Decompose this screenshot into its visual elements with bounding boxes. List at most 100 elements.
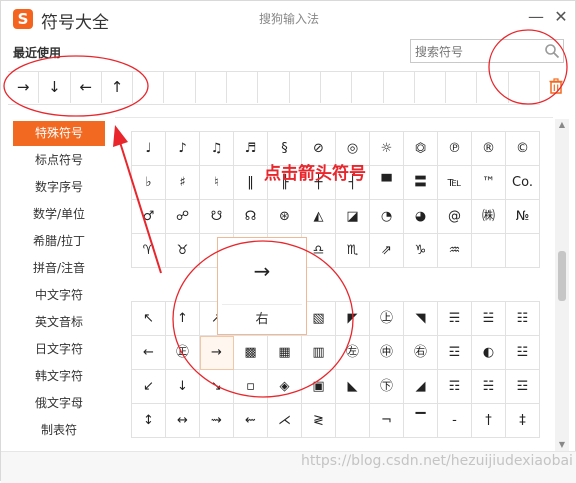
symbol-cell[interactable]: ▣	[302, 370, 336, 404]
symbol-cell[interactable]: ↕	[132, 404, 166, 438]
symbol-cell[interactable]: ◕	[404, 200, 438, 234]
symbol-cell[interactable]: ☍	[166, 200, 200, 234]
symbol-cell[interactable]: ™	[472, 166, 506, 200]
symbol-cell[interactable]: ◈	[268, 370, 302, 404]
symbol-cell[interactable]: ☼	[370, 132, 404, 166]
recent-symbol-cell[interactable]	[446, 72, 478, 103]
recent-symbol-cell[interactable]	[258, 72, 290, 103]
symbol-cell[interactable]: ☴	[438, 302, 472, 336]
symbol-cell[interactable]: ♂	[132, 200, 166, 234]
recent-symbol-cell[interactable]	[509, 72, 541, 103]
scroll-thumb[interactable]	[558, 251, 566, 301]
symbol-cell[interactable]: ≷	[302, 404, 336, 438]
symbol-cell[interactable]: ㈱	[472, 200, 506, 234]
symbol-cell[interactable]: ▫	[234, 370, 268, 404]
symbol-cell[interactable]: ‖	[234, 166, 268, 200]
symbol-cell[interactable]: ▀	[370, 166, 404, 200]
symbol-cell[interactable]: ♫	[200, 132, 234, 166]
symbol-cell[interactable]	[472, 234, 506, 268]
sidebar-category-item[interactable]: 英文音标	[13, 310, 105, 335]
search-input[interactable]	[413, 42, 543, 62]
symbol-cell[interactable]: ㊧	[336, 336, 370, 370]
symbol-cell[interactable]: →	[200, 336, 234, 370]
symbol-cell[interactable]	[506, 234, 540, 268]
sidebar-category-item[interactable]: 标点符号	[13, 148, 105, 173]
symbol-cell[interactable]: ☷	[506, 302, 540, 336]
symbol-cell[interactable]: ◤	[336, 302, 370, 336]
sidebar-category-item[interactable]: 俄文字母	[13, 391, 105, 416]
symbol-cell[interactable]: 〓	[404, 166, 438, 200]
sidebar-category-item[interactable]: 制表符	[13, 418, 105, 443]
recent-symbol-cell[interactable]	[227, 72, 259, 103]
symbol-cell[interactable]: ♩	[132, 132, 166, 166]
symbol-cell[interactable]: ¬	[370, 404, 404, 438]
symbol-cell[interactable]: ℡	[438, 166, 472, 200]
sidebar-category-item[interactable]: 韩文字符	[13, 364, 105, 389]
symbol-cell[interactable]: ⋌	[268, 404, 302, 438]
symbol-cell[interactable]: ㊥	[370, 336, 404, 370]
symbol-cell[interactable]: ♮	[200, 166, 234, 200]
sidebar-category-item[interactable]: 拼音/注音	[13, 256, 105, 281]
symbol-cell[interactable]: ㊤	[370, 302, 404, 336]
minimize-button[interactable]: —	[526, 7, 546, 27]
symbol-cell[interactable]: ♭	[132, 166, 166, 200]
vertical-scrollbar[interactable]: ▲ ▼	[555, 119, 569, 451]
sidebar-category-item[interactable]: 希腊/拉丁	[13, 229, 105, 254]
symbol-cell[interactable]: ♉	[166, 234, 200, 268]
symbol-cell[interactable]: ㊦	[370, 370, 404, 404]
symbol-cell[interactable]: ◢	[404, 370, 438, 404]
sidebar-category-item[interactable]: 特殊符号	[13, 121, 105, 146]
symbol-cell[interactable]: ◭	[302, 200, 336, 234]
symbol-cell[interactable]: ☶	[438, 370, 472, 404]
sidebar-category-item[interactable]: 中文字符	[13, 283, 105, 308]
sidebar-category-item[interactable]: 数字序号	[13, 175, 105, 200]
recent-symbol-cell[interactable]: ←	[71, 72, 102, 103]
symbol-cell[interactable]: ↙	[132, 370, 166, 404]
symbol-cell[interactable]: ↖	[132, 302, 166, 336]
symbol-cell[interactable]: ♒	[438, 234, 472, 268]
symbol-cell[interactable]: ♑	[404, 234, 438, 268]
scroll-up-icon[interactable]: ▲	[555, 119, 569, 131]
symbol-cell[interactable]: ☊	[234, 200, 268, 234]
symbol-cell[interactable]: ▔	[404, 404, 438, 438]
symbol-cell[interactable]: ◥	[404, 302, 438, 336]
symbol-cell[interactable]: ☱	[472, 302, 506, 336]
symbol-cell[interactable]: ℗	[438, 132, 472, 166]
symbol-cell[interactable]: ♬	[234, 132, 268, 166]
sidebar-category-item[interactable]: 日文字符	[13, 337, 105, 362]
symbol-cell[interactable]: ◪	[336, 200, 370, 234]
recent-symbol-cell[interactable]: →	[8, 72, 40, 103]
symbol-cell[interactable]: ♯	[166, 166, 200, 200]
search-icon[interactable]	[544, 43, 560, 59]
recent-symbol-cell[interactable]	[321, 72, 353, 103]
symbol-cell[interactable]: ©	[506, 132, 540, 166]
symbol-cell[interactable]: ⊛	[268, 200, 302, 234]
symbol-cell[interactable]: ⏣	[404, 132, 438, 166]
symbol-cell[interactable]: ◐	[472, 336, 506, 370]
symbol-cell[interactable]: ♈	[132, 234, 166, 268]
symbol-cell[interactable]: ☋	[200, 200, 234, 234]
symbol-cell[interactable]: ®	[472, 132, 506, 166]
symbol-cell[interactable]: @	[438, 200, 472, 234]
recent-symbol-cell[interactable]	[133, 72, 165, 103]
recent-symbol-cell[interactable]	[477, 72, 509, 103]
recent-symbol-cell[interactable]	[384, 72, 415, 103]
symbol-cell[interactable]: ♪	[166, 132, 200, 166]
symbol-cell[interactable]: ‐	[438, 404, 472, 438]
symbol-cell[interactable]	[336, 404, 370, 438]
symbol-cell[interactable]: ⇝	[200, 404, 234, 438]
symbol-cell[interactable]: ☵	[472, 370, 506, 404]
recent-symbol-cell[interactable]: ↓	[39, 72, 71, 103]
symbol-cell[interactable]: ↔	[166, 404, 200, 438]
close-button[interactable]: ✕	[551, 7, 571, 27]
symbol-cell[interactable]: ♎	[302, 234, 336, 268]
symbol-cell[interactable]: ☲	[438, 336, 472, 370]
symbol-cell[interactable]: ▦	[268, 336, 302, 370]
symbol-cell[interactable]: ▩	[234, 336, 268, 370]
trash-icon[interactable]	[548, 78, 564, 94]
search-box[interactable]	[410, 39, 564, 63]
symbol-cell[interactable]: ‡	[506, 404, 540, 438]
symbol-cell[interactable]: №	[506, 200, 540, 234]
symbol-cell[interactable]: ♏	[336, 234, 370, 268]
symbol-cell[interactable]: ㊣	[166, 336, 200, 370]
